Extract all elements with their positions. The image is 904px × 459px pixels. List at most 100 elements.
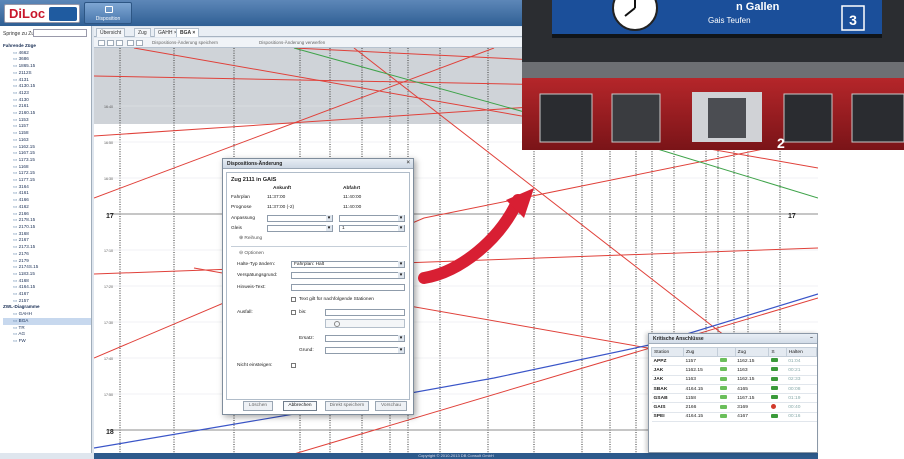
tree-item[interactable]: 4123 — [3, 90, 91, 97]
zug-from: 1162.15 — [683, 365, 718, 376]
preview-button[interactable]: Vorschau — [375, 401, 407, 411]
tree-item[interactable]: 1153 — [3, 117, 91, 124]
jump-to-train-input[interactable] — [33, 29, 87, 37]
tree-item[interactable]: 4131 — [3, 77, 91, 84]
tree-item[interactable]: 1162.15 — [3, 144, 91, 151]
replace-select[interactable] — [325, 335, 405, 342]
tree-item[interactable]: TR — [3, 325, 91, 332]
section-order[interactable]: ⊕ Reihung — [239, 236, 262, 241]
discard-change-button[interactable]: Dispositions-Änderung verwerfen — [259, 40, 325, 45]
tree-item[interactable]: 4130 — [3, 97, 91, 104]
adjust-departure-stepper[interactable] — [339, 215, 405, 222]
arrow-icon — [717, 402, 736, 413]
tree-item[interactable]: 4166 — [3, 197, 91, 204]
table-row[interactable]: SBAK 4164.15 4165 00:08 — [651, 384, 817, 395]
reason-select[interactable] — [325, 347, 405, 354]
tree-item[interactable]: 4662 — [3, 50, 91, 57]
add-icon[interactable] — [334, 321, 340, 327]
tree-item[interactable]: 3164 — [3, 184, 91, 191]
tree-item[interactable]: 2170.15 — [3, 224, 91, 231]
tree-item[interactable]: GAHH — [3, 311, 91, 318]
section-options-label: Optionen — [244, 251, 264, 256]
track-departure-stepper[interactable]: 1 — [339, 225, 405, 232]
tree-folder[interactable]: Fahrende Züge — [3, 43, 91, 50]
column-header[interactable]: Zug — [682, 347, 719, 357]
table-row[interactable]: GAIS 2166 3169 00:40 — [651, 402, 817, 413]
tree-item[interactable]: BGA — [3, 317, 91, 325]
table-row[interactable]: APPZ 1157 1162.15 01:04 — [651, 356, 817, 367]
adjust-arrival-stepper[interactable] — [267, 215, 333, 222]
tree-item[interactable]: 2160.15 — [3, 110, 91, 117]
column-header[interactable]: Halten — [785, 347, 818, 357]
tree-item[interactable]: 4130.15 — [3, 83, 91, 90]
minimize-icon[interactable]: − — [810, 335, 813, 341]
zug-to: 3169 — [735, 402, 769, 413]
table-row[interactable]: JAK 1162.15 1163 00:21 — [651, 365, 817, 376]
table-row[interactable]: GSAB 1158 1167.15 01:19 — [651, 393, 817, 404]
tree-item[interactable]: 1157 — [3, 123, 91, 130]
tree-item[interactable]: 3168 — [3, 231, 91, 238]
until-station-input[interactable] — [325, 309, 405, 316]
tree-item[interactable]: 1167.15 — [3, 150, 91, 157]
tree-item[interactable]: 2167 — [3, 237, 91, 244]
cancel-button[interactable]: Abbrechen — [283, 401, 317, 411]
section-options[interactable]: ⊖ Optionen — [239, 251, 264, 256]
tree-item[interactable]: 1183.15 — [3, 271, 91, 278]
tree-item[interactable]: 4168 — [3, 278, 91, 285]
select-icon[interactable] — [136, 40, 143, 46]
tree-item[interactable]: FW — [3, 338, 91, 345]
platform-number: 3 — [849, 12, 857, 28]
tree-item[interactable]: 1865.15 — [3, 63, 91, 70]
tab-1[interactable]: Zug — [134, 28, 151, 37]
tree-item[interactable]: 1168 — [3, 164, 91, 171]
tree-item[interactable]: 2166 — [3, 211, 91, 218]
tree-item[interactable]: 4161 — [3, 190, 91, 197]
tree-item[interactable]: 4162 — [3, 204, 91, 211]
tree-item[interactable]: 2174S.15 — [3, 264, 91, 271]
tree-item[interactable]: 1173.15 — [3, 157, 91, 164]
table-row[interactable]: JAK 1163 1162.15 02:33 — [651, 375, 817, 385]
tree-item[interactable]: 4164.15 — [3, 284, 91, 291]
track-arrival-stepper[interactable] — [267, 225, 333, 232]
tree-item[interactable]: 4167 — [3, 291, 91, 298]
delete-button[interactable]: Löschen — [243, 401, 273, 411]
tree-item[interactable]: 1163 — [3, 137, 91, 144]
hint-apply-checkbox[interactable] — [291, 297, 296, 302]
no-board-checkbox[interactable] — [291, 363, 296, 368]
tree-item[interactable]: 2178.15 — [3, 217, 91, 224]
tab-3[interactable]: BGA × — [176, 28, 200, 37]
column-header[interactable] — [717, 347, 736, 357]
tree-item[interactable]: 2112S — [3, 70, 91, 77]
arrow-icon — [717, 365, 736, 376]
status-icon — [768, 375, 787, 385]
column-header[interactable]: S — [768, 347, 787, 357]
tree-item[interactable]: 2173.15 — [3, 244, 91, 251]
zoom-in-icon[interactable] — [98, 40, 105, 46]
tree-item[interactable]: 1172.15 — [3, 170, 91, 177]
save-direct-button[interactable]: Direkt speichern — [325, 401, 369, 411]
tree-folder[interactable]: ZWL-Diagramme — [3, 304, 91, 311]
column-header[interactable]: Zug — [734, 347, 770, 357]
table-row[interactable]: SPEI 4164.15 4167 00:16 — [651, 412, 817, 423]
delay-reason-select[interactable] — [291, 272, 405, 279]
tab-0[interactable]: Übersicht — [96, 28, 126, 37]
tree-item[interactable]: 2179 — [3, 258, 91, 265]
zoom-out-icon[interactable] — [107, 40, 114, 46]
column-header[interactable]: Station — [651, 347, 684, 357]
connection-status-icon — [770, 404, 776, 410]
tree-item[interactable]: 1158 — [3, 130, 91, 137]
stop-type-select[interactable]: Fahrplan: Halt — [291, 261, 405, 268]
fit-icon[interactable] — [116, 40, 123, 46]
tree-item[interactable]: 2157 — [3, 298, 91, 305]
cancel-checkbox[interactable] — [291, 310, 296, 315]
hint-text-input[interactable] — [291, 284, 405, 291]
tree-item[interactable]: 1177.15 — [3, 177, 91, 184]
tree-item[interactable]: 2161 — [3, 103, 91, 110]
save-change-button[interactable]: Dispositions-Änderung speichern — [152, 40, 218, 45]
tree-item[interactable]: AG — [3, 331, 91, 338]
tree-item[interactable]: 3686 — [3, 56, 91, 63]
until-list[interactable] — [325, 319, 405, 328]
tree-item[interactable]: 2176 — [3, 251, 91, 258]
disposition-button[interactable]: Disposition — [84, 2, 132, 24]
pan-icon[interactable] — [127, 40, 134, 46]
